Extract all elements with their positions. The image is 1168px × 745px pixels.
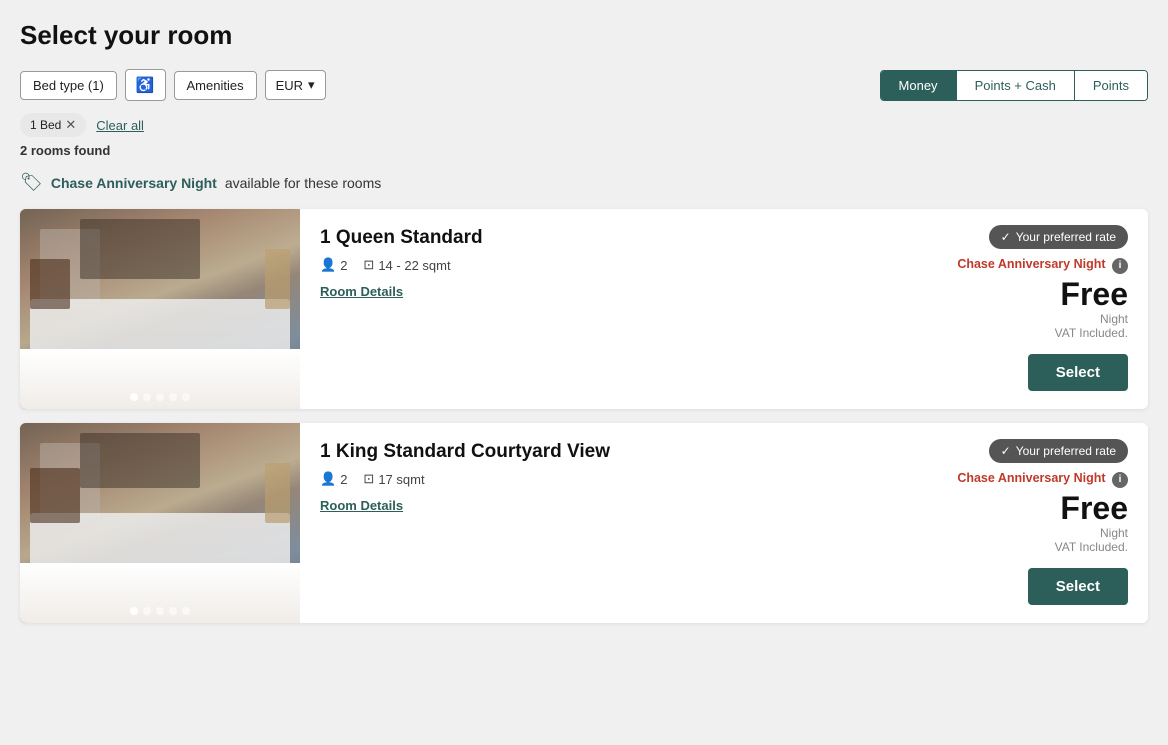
info-icon-1[interactable]: i xyxy=(1112,258,1128,274)
price-vat-1: VAT Included. xyxy=(1055,326,1128,340)
chase-night-label-2: Chase Anniversary Night i xyxy=(957,471,1128,488)
price-night-2: Night xyxy=(1100,526,1128,540)
room-name-2: 1 King Standard Courtyard View xyxy=(320,441,931,463)
room-name-1: 1 Queen Standard xyxy=(320,227,931,249)
room-details-link-1[interactable]: Room Details xyxy=(320,284,403,299)
info-icon-2[interactable]: i xyxy=(1112,472,1128,488)
person-icon-2: 👤 xyxy=(320,471,336,487)
preferred-rate-badge-2: ✓ Your preferred rate xyxy=(989,439,1128,463)
room-card-1: 1 Queen Standard 👤 2 ⊡ 14 - 22 sqmt Room… xyxy=(20,209,1148,409)
carousel-dots-1 xyxy=(130,393,190,401)
room-capacity-2: 👤 2 xyxy=(320,471,347,487)
dot-4 xyxy=(169,393,177,401)
tab-points[interactable]: Points xyxy=(1075,71,1147,100)
person-icon: 👤 xyxy=(320,257,336,273)
bed-filter-chip[interactable]: 1 Bed ✕ xyxy=(20,113,86,137)
tag-icon: 🏷 xyxy=(20,172,43,193)
dot-3 xyxy=(156,607,164,615)
checkmark-icon: ✓ xyxy=(1001,230,1011,244)
room-pricing-1: ✓ Your preferred rate Chase Anniversary … xyxy=(947,209,1148,409)
dot-2 xyxy=(143,393,151,401)
page-title: Select your room xyxy=(20,20,1148,51)
chase-night-label-1: Chase Anniversary Night i xyxy=(957,257,1128,274)
select-button-2[interactable]: Select xyxy=(1028,568,1128,605)
select-button-1[interactable]: Select xyxy=(1028,354,1128,391)
accessibility-filter[interactable]: ♿ xyxy=(125,69,166,101)
page-container: Select your room Bed type (1) ♿ Amenitie… xyxy=(0,0,1168,657)
room-meta-2: 👤 2 ⊡ 17 sqmt xyxy=(320,471,931,487)
dot-5 xyxy=(182,607,190,615)
currency-selector[interactable]: EUR ▾ xyxy=(265,70,326,100)
room-details-1: 1 Queen Standard 👤 2 ⊡ 14 - 22 sqmt Room… xyxy=(300,209,947,409)
payment-tabs: Money Points + Cash Points xyxy=(880,70,1148,101)
dot-5 xyxy=(182,393,190,401)
currency-value: EUR xyxy=(276,78,303,93)
size-icon-2: ⊡ xyxy=(363,471,374,487)
room-size-2: ⊡ 17 sqmt xyxy=(363,471,424,487)
tab-points-cash[interactable]: Points + Cash xyxy=(957,71,1075,100)
dot-2 xyxy=(143,607,151,615)
price-1: Free xyxy=(1060,277,1128,312)
rooms-found: 2 rooms found xyxy=(20,143,1148,158)
size-icon: ⊡ xyxy=(363,257,374,273)
price-night-1: Night xyxy=(1100,312,1128,326)
bed-type-filter[interactable]: Bed type (1) xyxy=(20,71,117,100)
tab-money[interactable]: Money xyxy=(881,71,957,100)
dot-4 xyxy=(169,607,177,615)
chase-banner-text: available for these rooms xyxy=(225,175,381,191)
room-meta-1: 👤 2 ⊡ 14 - 22 sqmt xyxy=(320,257,931,273)
room-pricing-2: ✓ Your preferred rate Chase Anniversary … xyxy=(947,423,1148,623)
price-2: Free xyxy=(1060,491,1128,526)
chase-name: Chase Anniversary Night xyxy=(51,175,217,191)
checkmark-icon-2: ✓ xyxy=(1001,444,1011,458)
carousel-dots-2 xyxy=(130,607,190,615)
accessibility-icon: ♿ xyxy=(136,76,155,94)
chevron-down-icon: ▾ xyxy=(308,77,315,93)
dot-3 xyxy=(156,393,164,401)
filters-row: Bed type (1) ♿ Amenities EUR ▾ Money Poi… xyxy=(20,69,1148,101)
room-size-1: ⊡ 14 - 22 sqmt xyxy=(363,257,450,273)
room-capacity-1: 👤 2 xyxy=(320,257,347,273)
chase-colored-2: Chase Anniversary Night xyxy=(957,471,1105,485)
amenities-filter[interactable]: Amenities xyxy=(174,71,257,100)
room-image-2 xyxy=(20,423,300,623)
close-icon: ✕ xyxy=(65,117,76,133)
price-vat-2: VAT Included. xyxy=(1055,540,1128,554)
dot-1 xyxy=(130,393,138,401)
filters-left: Bed type (1) ♿ Amenities EUR ▾ xyxy=(20,69,326,101)
room-card-2: 1 King Standard Courtyard View 👤 2 ⊡ 17 … xyxy=(20,423,1148,623)
room-details-2: 1 King Standard Courtyard View 👤 2 ⊡ 17 … xyxy=(300,423,947,623)
chip-label: 1 Bed xyxy=(30,118,61,132)
chase-colored-1: Chase Anniversary Night xyxy=(957,257,1105,271)
clear-all-button[interactable]: Clear all xyxy=(96,118,144,133)
tags-row: 1 Bed ✕ Clear all xyxy=(20,113,1148,137)
room-image-1 xyxy=(20,209,300,409)
room-details-link-2[interactable]: Room Details xyxy=(320,498,403,513)
dot-1 xyxy=(130,607,138,615)
chase-banner: 🏷 Chase Anniversary Night available for … xyxy=(20,172,1148,193)
preferred-rate-badge-1: ✓ Your preferred rate xyxy=(989,225,1128,249)
